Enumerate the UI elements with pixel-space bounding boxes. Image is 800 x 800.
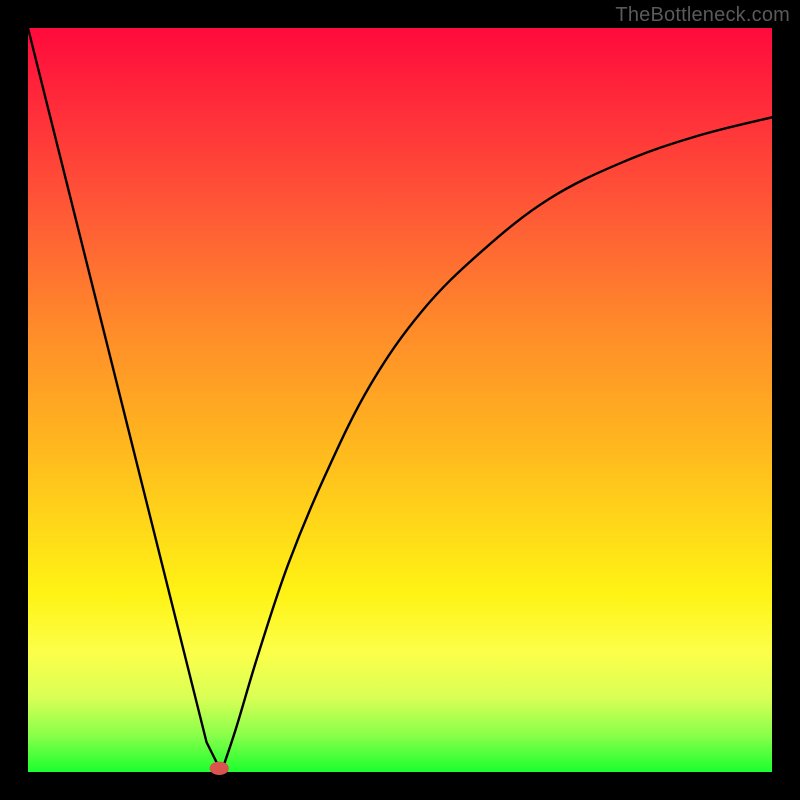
curve-left-branch: [28, 28, 221, 772]
plot-area: [28, 28, 772, 772]
curve-right-branch: [221, 117, 772, 772]
chart-frame: TheBottleneck.com: [0, 0, 800, 800]
watermark-text: TheBottleneck.com: [615, 4, 790, 27]
curve-layer: [28, 28, 772, 772]
minimum-marker: [210, 762, 229, 775]
